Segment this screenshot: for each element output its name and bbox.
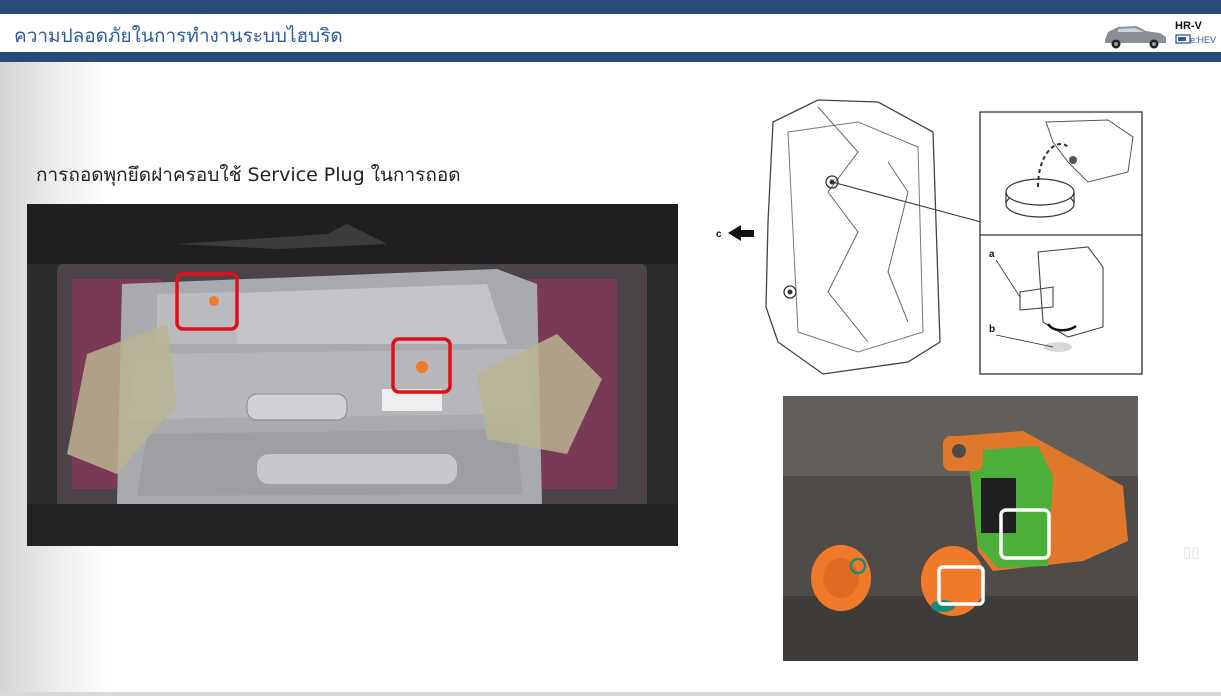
header-bottom-bar: [0, 52, 1221, 62]
logo-model: HR-V: [1175, 20, 1203, 32]
page-number-mark: ▯▯: [1183, 543, 1200, 561]
page-title: ความปลอดภัยในการทำงานระบบไฮบริด: [14, 25, 343, 47]
logo-badge: e:HEV: [1190, 35, 1216, 45]
footer-line: [0, 692, 1221, 696]
header-top-bar: [0, 0, 1221, 14]
svg-text:b: b: [989, 324, 995, 335]
battery-cover-photo: [27, 204, 678, 546]
car-icon: [1105, 26, 1166, 49]
svg-text:c: c: [716, 229, 722, 240]
service-plug-photo: [783, 396, 1138, 661]
slide-caption: การถอดพุกยึดฝาครอบใช้ Service Plug ในการ…: [36, 164, 461, 186]
svg-text:a: a: [989, 249, 995, 260]
hrv-ehev-logo: HR-V e:HEV: [1102, 16, 1221, 50]
service-plug-diagram: c a b: [708, 92, 1145, 377]
